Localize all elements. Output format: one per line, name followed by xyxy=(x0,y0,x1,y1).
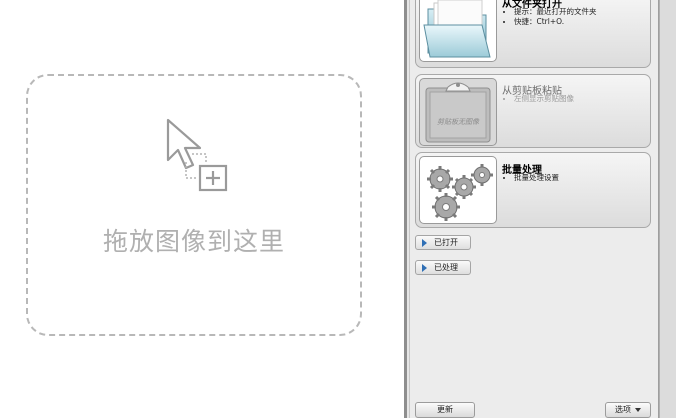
card-bullet: 快捷：Ctrl+O. xyxy=(514,17,597,27)
card-bullets: 批量处理设置 xyxy=(502,173,559,183)
expand-arrow-icon xyxy=(422,239,427,247)
expand-arrow-icon xyxy=(422,264,427,272)
drag-cursor-add-icon xyxy=(166,118,228,192)
drop-zone[interactable]: 拖放图像到这里 xyxy=(26,74,362,336)
clipboard-empty-caption: 剪贴板无图像 xyxy=(437,118,479,126)
batch-process-card[interactable]: 批量处理 批量处理设置 xyxy=(415,152,651,228)
gears-thumbnail xyxy=(419,156,497,224)
clipboard-thumbnail: 剪贴板无图像 xyxy=(419,78,497,146)
refresh-button[interactable]: 更新 xyxy=(415,402,475,418)
card-bullets: 提示：最近打开的文件夹 快捷：Ctrl+O. xyxy=(502,7,597,27)
card-bullet: 左侧显示剪贴图像 xyxy=(514,94,574,104)
panel-splitter-highlight xyxy=(407,0,409,418)
folder-thumbnail xyxy=(419,0,497,62)
expander-label: 已打开 xyxy=(434,238,458,247)
paste-clipboard-card[interactable]: 剪贴板无图像 从剪贴板粘贴 左侧显示剪贴图像 xyxy=(415,74,651,148)
opened-expander[interactable]: 已打开 xyxy=(415,235,471,250)
clipboard-icon xyxy=(425,82,491,143)
chevron-down-icon xyxy=(635,407,641,412)
open-folder-card[interactable]: 从文件夹打开 提示：最近打开的文件夹 快捷：Ctrl+O. xyxy=(415,0,651,68)
panel-scrollbar[interactable] xyxy=(659,0,676,418)
options-button[interactable]: 选项 xyxy=(605,402,651,418)
folder-icon xyxy=(423,0,491,58)
gears-icon xyxy=(427,164,493,221)
card-bullet: 提示：最近打开的文件夹 xyxy=(514,7,597,17)
options-button-label: 选项 xyxy=(615,405,631,414)
card-bullet: 批量处理设置 xyxy=(514,173,559,183)
expander-label: 已处理 xyxy=(434,263,458,272)
processed-expander[interactable]: 已处理 xyxy=(415,260,471,275)
refresh-button-label: 更新 xyxy=(437,405,453,414)
drop-zone-label: 拖放图像到这里 xyxy=(102,227,285,256)
card-bullets: 左侧显示剪贴图像 xyxy=(502,94,574,104)
